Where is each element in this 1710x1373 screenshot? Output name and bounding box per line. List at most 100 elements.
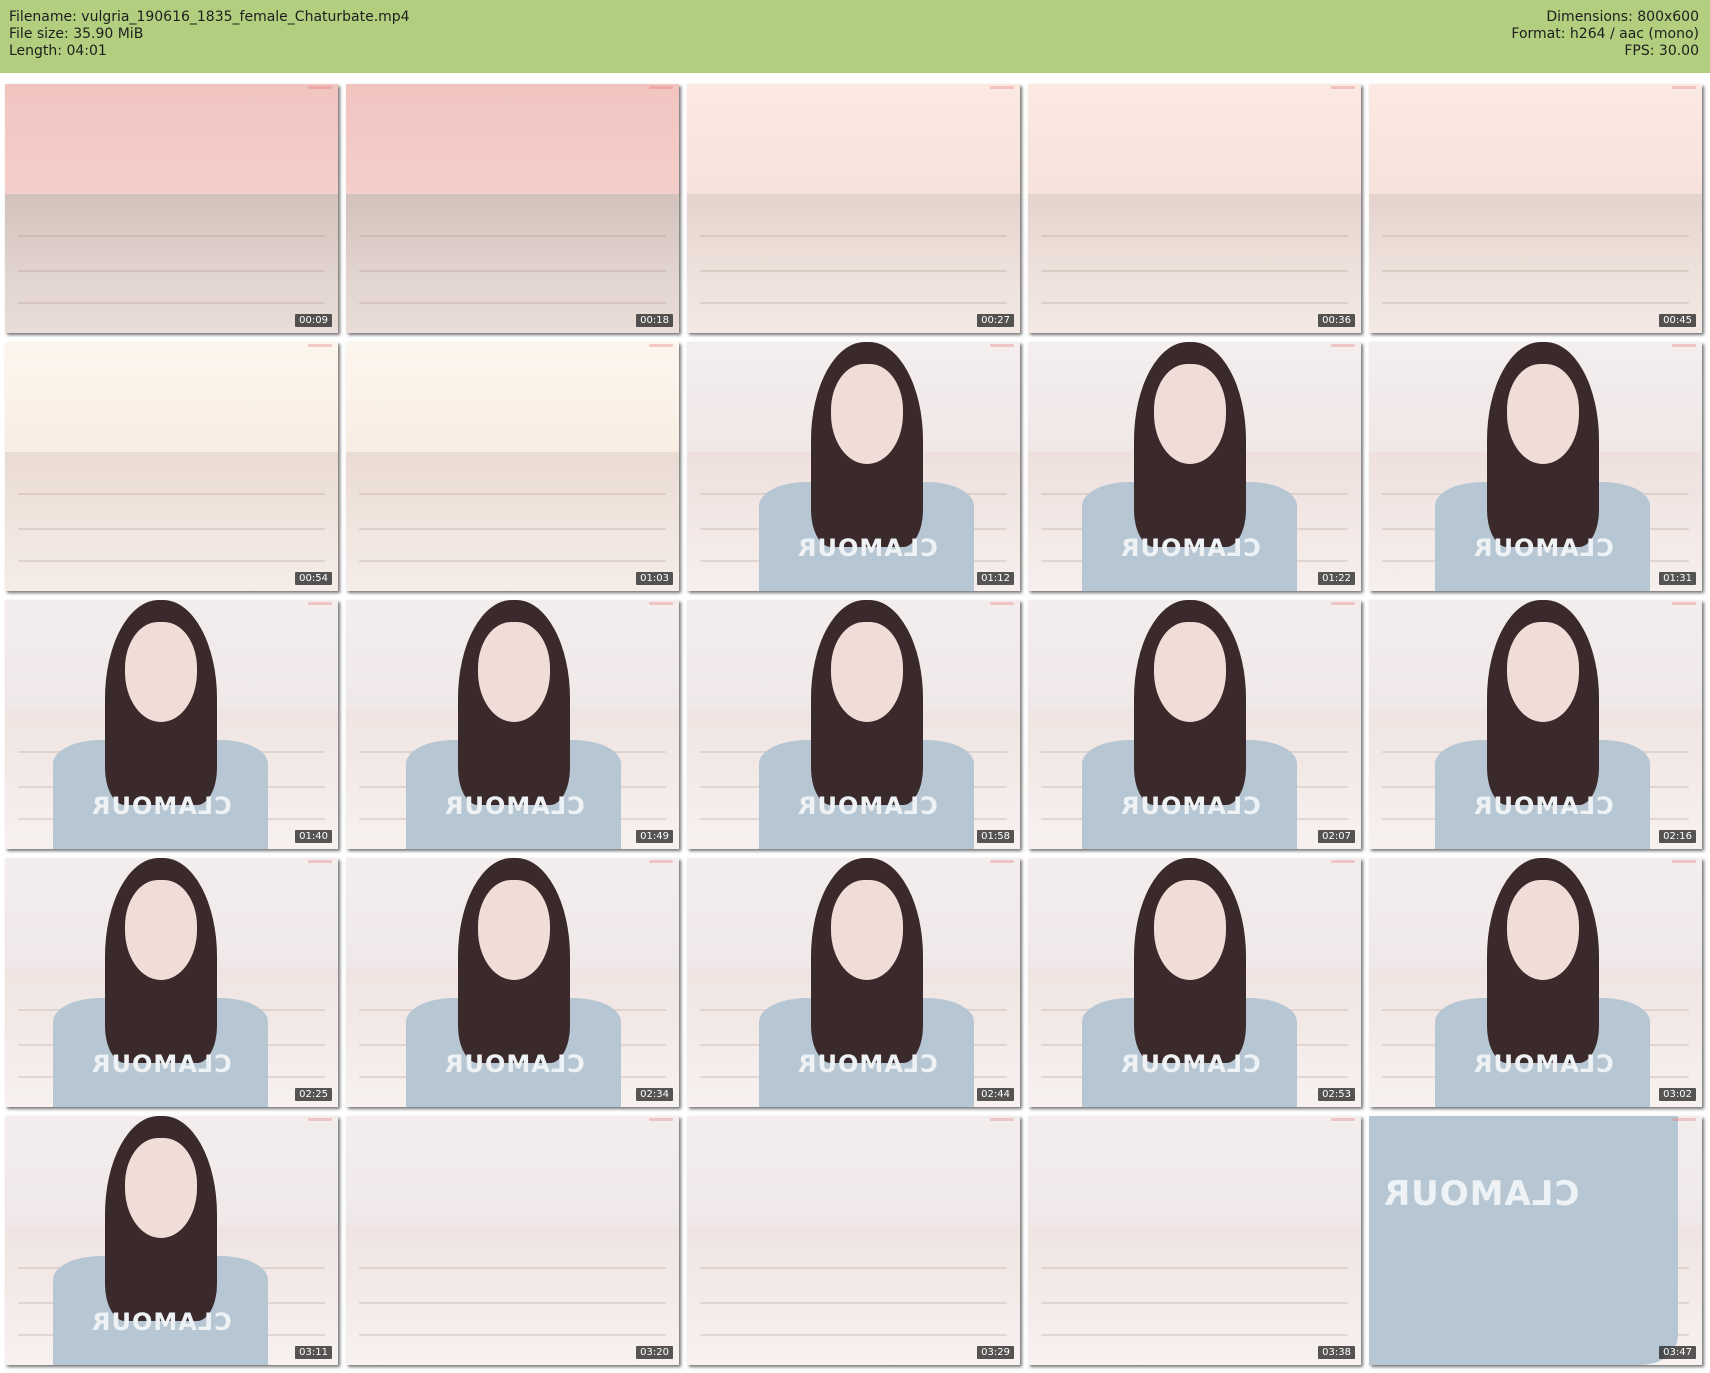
timestamp-badge: 02:53 [1318,1088,1355,1101]
person-face [125,1138,197,1238]
video-thumbnail: CLAMOUR 02:53 [1028,858,1361,1107]
thumbnail-frame [346,84,679,333]
timestamp-badge: 03:38 [1318,1346,1355,1359]
video-thumbnail: CLAMOUR 03:11 [5,1116,338,1365]
couch-fold [700,302,1007,305]
curtain-wall [5,84,338,204]
curtain-wall [687,1116,1020,1236]
timestamp-badge: 00:27 [977,314,1014,327]
curtain-wall [1369,84,1702,204]
watermark [1331,86,1355,89]
timestamp-badge: 02:07 [1318,830,1355,843]
thumbnail-frame: CLAMOUR [687,600,1020,849]
video-thumbnail: 00:09 [5,84,338,333]
timestamp-badge: 01:58 [977,830,1014,843]
video-thumbnail: CLAMOUR 03:02 [1369,858,1702,1107]
timestamp-badge: 00:36 [1318,314,1355,327]
watermark [308,1118,332,1121]
shirt-print-text: CLAMOUR [91,1308,232,1336]
watermark [1331,860,1355,863]
thumbnail-grid: 00:09 00:18 00:27 00:36 00:45 00:54 01:03 CLAMO… [5,84,1705,1367]
person-face [1507,880,1579,980]
shirt-print-text: CLAMOUR [1473,792,1614,820]
thumbnail-frame: CLAMOUR [1369,1116,1702,1365]
shirt-print-text: CLAMOUR [1383,1174,1580,1214]
video-thumbnail: CLAMOUR 01:49 [346,600,679,849]
couch-fold [700,1334,1007,1337]
thumbnail-frame [5,342,338,591]
person-face [831,364,903,464]
timestamp-badge: 03:20 [636,1346,673,1359]
video-thumbnail: 03:38 [1028,1116,1361,1365]
couch-fold [18,493,325,496]
thumbnail-frame [687,84,1020,333]
timestamp-badge: 01:22 [1318,572,1355,585]
video-thumbnail: 03:20 [346,1116,679,1365]
thumbnail-frame: CLAMOUR [5,600,338,849]
person-face [1154,622,1226,722]
watermark [1331,344,1355,347]
video-thumbnail: CLAMOUR 02:34 [346,858,679,1107]
shirt-print-text: CLAMOUR [91,792,232,820]
shirt-print-text: CLAMOUR [797,792,938,820]
timestamp-badge: 00:09 [295,314,332,327]
timestamp-badge: 01:40 [295,830,332,843]
video-thumbnail: 00:27 [687,84,1020,333]
timestamp-badge: 02:25 [295,1088,332,1101]
watermark [1331,1118,1355,1121]
media-info: Dimensions: 800x600 Format: h264 / aac (… [1511,9,1699,60]
timestamp-badge: 03:29 [977,1346,1014,1359]
couch-fold [359,270,666,273]
couch-fold [18,270,325,273]
timestamp-badge: 02:44 [977,1088,1014,1101]
curtain-wall [5,342,338,462]
thumbnail-frame: CLAMOUR [1369,858,1702,1107]
watermark [649,86,673,89]
shirt-print-text: CLAMOUR [444,1050,585,1078]
video-thumbnail: 00:54 [5,342,338,591]
thumbnail-frame [346,1116,679,1365]
couch-fold [359,235,666,238]
info-header: Filename: vulgria_190616_1835_female_Cha… [0,0,1710,73]
couch-fold [1041,235,1348,238]
shirt-print-text: CLAMOUR [1120,534,1261,562]
video-thumbnail: CLAMOUR 03:47 [1369,1116,1702,1365]
timestamp-badge: 00:45 [1659,314,1696,327]
watermark [990,1118,1014,1121]
couch-fold [700,235,1007,238]
timestamp-badge: 01:49 [636,830,673,843]
watermark [1672,860,1696,863]
shirt-print-text: CLAMOUR [444,792,585,820]
couch [346,451,679,591]
watermark [308,86,332,89]
watermark [990,860,1014,863]
watermark [308,860,332,863]
couch-fold [1041,1302,1348,1305]
thumbnail-frame [5,84,338,333]
curtain-wall [687,84,1020,204]
shirt-print-text: CLAMOUR [797,534,938,562]
shirt-print-text: CLAMOUR [1473,534,1614,562]
person-face [1154,880,1226,980]
video-thumbnail: CLAMOUR 02:44 [687,858,1020,1107]
watermark [308,344,332,347]
watermark [1672,1118,1696,1121]
timestamp-badge: 00:54 [295,572,332,585]
couch-fold [1382,270,1689,273]
thumbnail-frame: CLAMOUR [346,600,679,849]
timestamp-badge: 03:11 [295,1346,332,1359]
length-text: Length: 04:01 [9,43,107,59]
couch [1369,193,1702,333]
video-thumbnail: 01:03 [346,342,679,591]
shirt-print-text: CLAMOUR [797,1050,938,1078]
video-thumbnail: 00:18 [346,84,679,333]
thumbnail-frame: CLAMOUR [1028,858,1361,1107]
file-info: Filename: vulgria_190616_1835_female_Cha… [9,9,410,60]
thumbnail-frame [1369,84,1702,333]
timestamp-badge: 02:16 [1659,830,1696,843]
timestamp-badge: 03:02 [1659,1088,1696,1101]
timestamp-badge: 01:31 [1659,572,1696,585]
filesize-text: File size: 35.90 MiB [9,26,144,42]
thumbnail-frame: CLAMOUR [5,858,338,1107]
couch [1028,193,1361,333]
